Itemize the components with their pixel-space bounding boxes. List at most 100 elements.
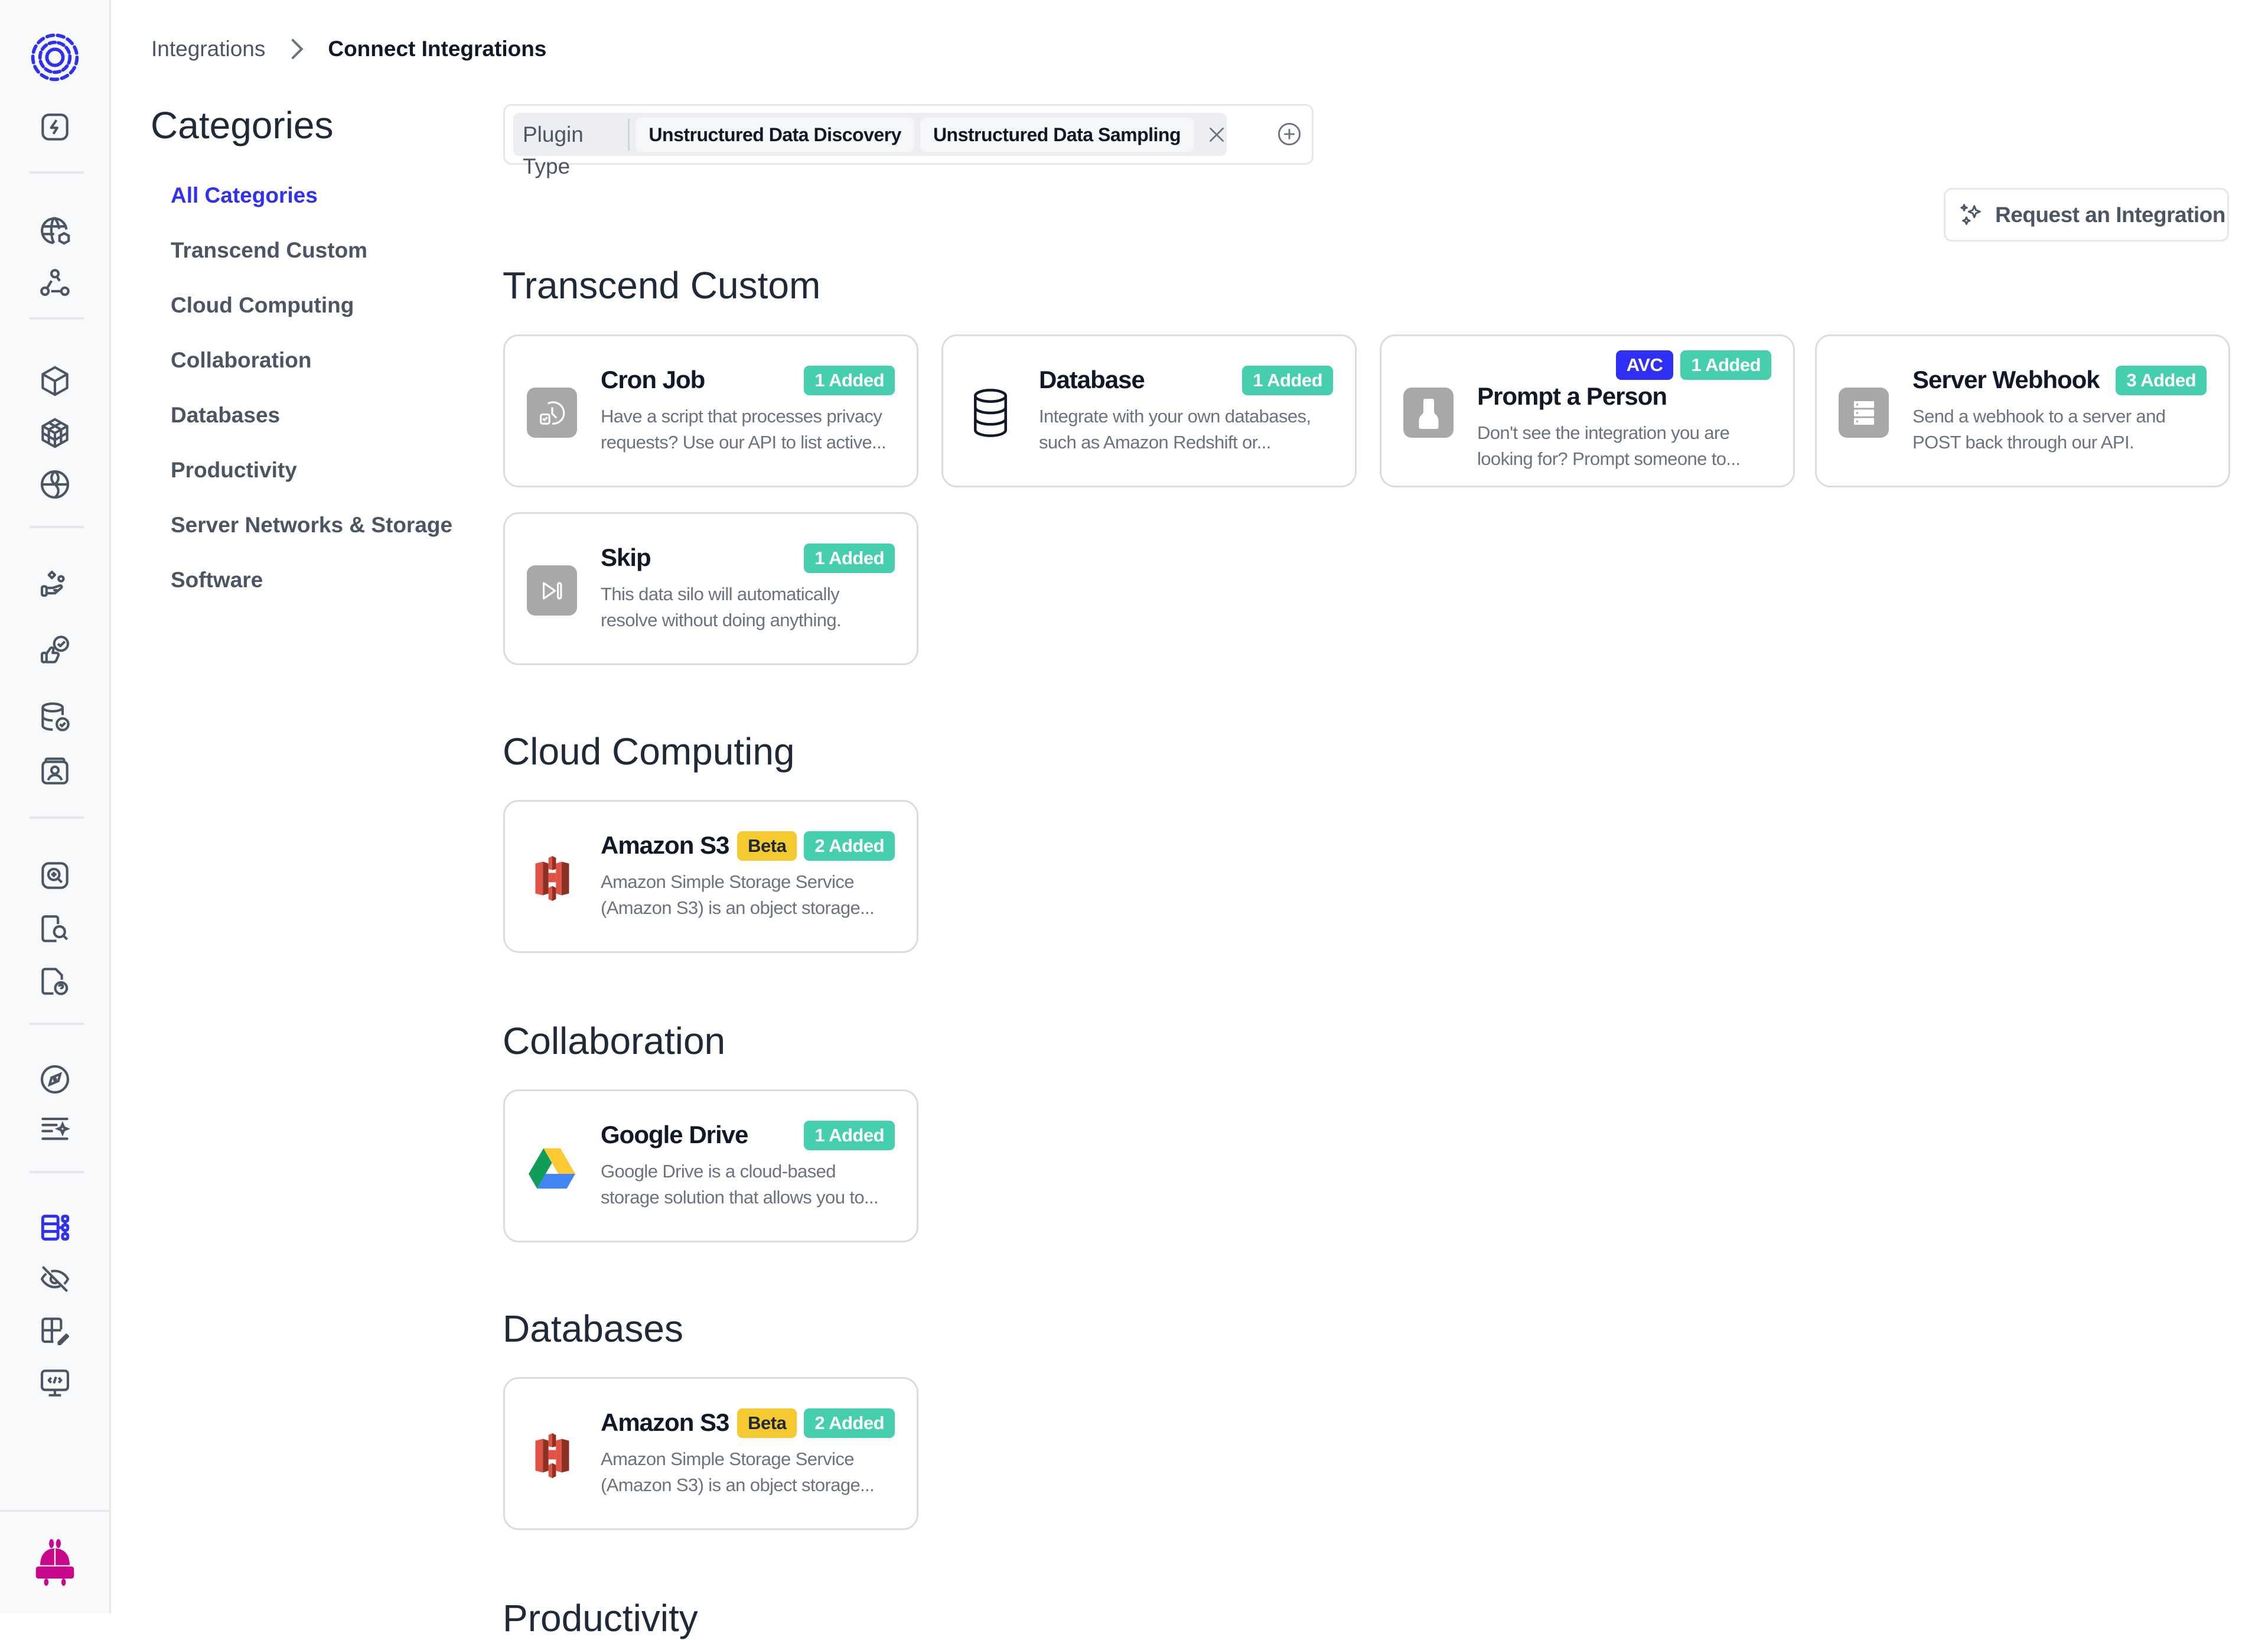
integration-card-prompt-a-person[interactable]: Prompt a Person AVC 1 Added Don't see th… [1380,334,1795,487]
rail-divider [30,816,84,819]
hand-shapes-icon[interactable] [34,564,76,606]
card-description: Amazon Simple Storage Service (Amazon S3… [601,871,875,918]
category-list: All Categories Transcend Custom Cloud Co… [171,180,452,620]
file-question-icon[interactable] [34,961,76,1002]
list-sparkle-icon[interactable] [34,1109,76,1150]
rail-divider [30,317,84,320]
user-folder-icon[interactable] [34,750,76,792]
added-badge: 2 Added [804,1408,895,1438]
category-collaboration[interactable]: Collaboration [171,345,452,400]
added-badge: 3 Added [2116,366,2207,395]
google-drive-logo [527,1143,577,1193]
card-badges: 1 Added [804,1121,895,1150]
rail-divider [30,171,84,174]
compass-icon[interactable] [34,1059,76,1100]
sparkles-icon [1960,203,1981,225]
card-name: Amazon S3 [601,831,729,859]
integration-card-cron-job[interactable]: Cron Job 1 Added Have a script that proc… [503,334,918,487]
card-badges: Beta 2 Added [737,1408,895,1438]
person-icon [1403,388,1454,438]
breadcrumb: Integrations Connect Integrations [151,37,546,61]
category-productivity[interactable]: Productivity [171,455,452,510]
added-badge: 1 Added [804,1121,895,1150]
skip-icon [527,565,577,616]
added-badge: 1 Added [804,366,895,395]
data-map-icon[interactable] [34,1207,76,1248]
card-description: Google Drive is a cloud-based storage so… [601,1161,879,1208]
eye-off-icon[interactable] [34,1258,76,1300]
monitor-code-icon[interactable] [34,1362,76,1404]
rail-divider [0,1510,109,1512]
integration-card-skip[interactable]: Skip 1 Added This data silo will automat… [503,512,918,665]
category-software[interactable]: Software [171,565,452,620]
integration-card-server-webhook[interactable]: Server Webhook 3 Added Send a webhook to… [1815,334,2230,487]
added-badge: 1 Added [1680,350,1771,380]
integration-card-database[interactable]: Database 1 Added Integrate with your own… [941,334,1357,487]
database-check-icon[interactable] [34,696,76,737]
rail-divider [30,526,84,528]
breadcrumb-integrations-link[interactable]: Integrations [151,37,265,61]
filter-chip-discovery[interactable]: Unstructured Data Discovery [636,117,914,152]
amazon-s3-logo [527,1430,577,1480]
card-name: Prompt a Person [1477,382,1667,410]
integration-card-amazon-s3-db[interactable]: Amazon S3 Beta 2 Added Amazon Simple Sto… [503,1377,918,1530]
cube-icon[interactable] [34,360,76,402]
breadcrumb-current: Connect Integrations [328,37,547,61]
left-nav-rail [0,0,111,1613]
beta-badge: Beta [737,831,797,861]
category-databases[interactable]: Databases [171,400,452,455]
request-integration-label: Request an Integration [1995,202,2225,227]
card-description: Don't see the integration you are lookin… [1477,422,1741,469]
category-all[interactable]: All Categories [171,180,452,235]
grid-edit-icon[interactable] [34,1310,76,1352]
integration-card-amazon-s3[interactable]: Amazon S3 Beta 2 Added Amazon Simple Sto… [503,800,918,953]
card-description: Integrate with your own databases, such … [1039,406,1311,453]
card-description: This data silo will automatically resolv… [601,584,842,630]
server-icon [1839,388,1889,438]
file-search-icon[interactable] [34,908,76,949]
section-title-collaboration: Collaboration [503,1020,726,1062]
section-title-databases: Databases [503,1307,683,1350]
lightning-icon[interactable] [34,106,76,148]
nodes-icon[interactable] [34,263,76,304]
search-plus-icon[interactable] [34,855,76,896]
card-name: Server Webhook [1912,366,2100,393]
plugin-type-filter: Plugin Type Unstructured Data Discovery … [503,104,1314,178]
filter-group: Plugin Type Unstructured Data Discovery … [513,113,1227,178]
request-integration-button[interactable]: Request an Integration [1944,188,2229,242]
rail-divider [30,1023,84,1025]
card-badges: 1 Added [804,366,895,395]
added-badge: 2 Added [804,831,895,861]
card-badges: AVC 1 Added [1615,350,1771,380]
card-badges: Beta 2 Added [737,831,895,861]
beta-badge: Beta [737,1408,797,1438]
integration-card-google-drive[interactable]: Google Drive 1 Added Google Drive is a c… [503,1089,918,1242]
added-badge: 1 Added [1242,366,1333,395]
card-badges: 3 Added [2116,366,2207,395]
categories-title: Categories [151,104,334,147]
amazon-s3-logo [527,853,577,903]
filter-label[interactable]: Plugin Type [513,118,630,178]
card-name: Database [1039,366,1145,393]
globe-orbit-icon[interactable] [34,464,76,505]
card-name: Skip [601,544,651,571]
thumbs-up-check-icon[interactable] [34,629,76,671]
rail-divider [30,1171,84,1173]
database-icon [965,388,1015,438]
close-icon[interactable] [1207,125,1227,145]
transcend-logo[interactable] [28,31,82,84]
section-title-transcend-custom: Transcend Custom [503,264,821,307]
card-name: Google Drive [601,1121,748,1148]
avc-badge: AVC [1615,350,1674,380]
added-badge: 1 Added [804,544,895,573]
plus-circle-icon[interactable] [1276,121,1302,147]
section-title-cloud-computing: Cloud Computing [503,730,795,773]
globe-cube-icon[interactable] [34,210,76,252]
rubiks-cube-icon[interactable] [34,412,76,454]
category-transcend-custom[interactable]: Transcend Custom [171,235,452,290]
card-description: Send a webhook to a server and POST back… [1912,406,2166,453]
helper-bot-icon[interactable] [28,1536,82,1589]
filter-chip-sampling[interactable]: Unstructured Data Sampling [920,117,1194,152]
category-server-networks-storage[interactable]: Server Networks & Storage [171,510,452,565]
category-cloud-computing[interactable]: Cloud Computing [171,290,452,345]
